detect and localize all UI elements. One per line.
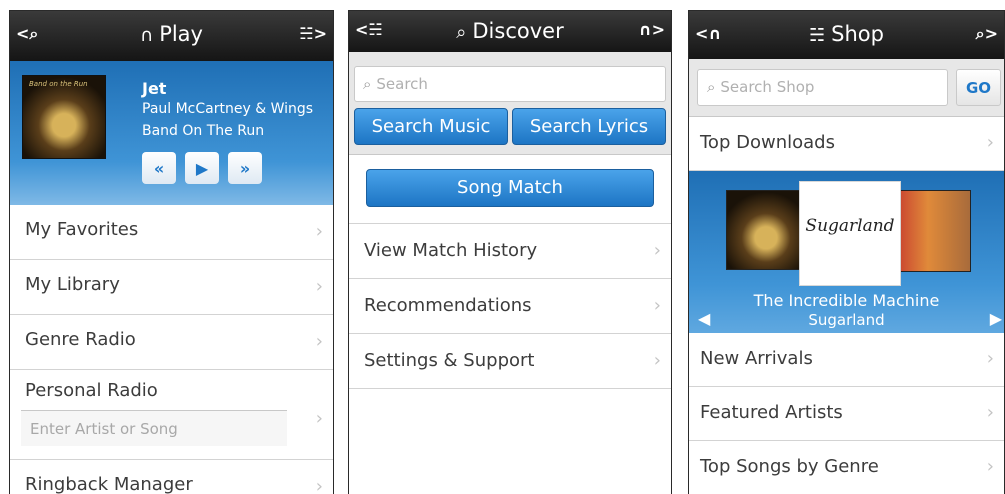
featured-album-carousel[interactable]: Sugarland The Incredible Machine Sugarla… — [689, 171, 1004, 333]
track-artist: Paul McCartney & Wings — [142, 101, 314, 117]
chevron-right-icon: › — [986, 348, 994, 369]
cart-icon: ☵ — [809, 25, 826, 46]
menu-item-label: My Library — [25, 274, 120, 295]
chevron-right-icon: › — [986, 132, 994, 153]
page-title: ☵ Shop — [689, 22, 1004, 46]
menu-item-label: Genre Radio — [25, 329, 136, 350]
discover-title-label: Discover — [472, 19, 564, 43]
chevron-right-icon: › — [315, 476, 323, 494]
fast-forward-button[interactable]: » — [228, 152, 262, 184]
chevron-right-icon: › — [653, 240, 661, 261]
forward-to-play-nav-icon[interactable]: ∩> — [639, 20, 665, 39]
search-lyrics-button[interactable]: Search Lyrics — [512, 108, 666, 145]
menu-item-featured-artists[interactable]: Featured Artists › — [689, 387, 1004, 441]
shop-screen: <∩ ☵ Shop ⌕> ⌕ Search Shop GO Top Download… — [688, 10, 1005, 494]
shop-search-area: ⌕ Search Shop GO — [689, 59, 1004, 117]
chevron-right-icon[interactable]: › — [316, 408, 323, 429]
shop-search-input[interactable]: ⌕ Search Shop — [697, 69, 948, 106]
menu-item-label: Ringback Manager — [25, 474, 193, 494]
magnifier-icon: ⌕ — [456, 22, 467, 43]
search-input[interactable]: ⌕ Search — [354, 66, 666, 102]
track-album: Band On The Run — [142, 123, 265, 139]
search-icon: ⌕ — [363, 75, 372, 93]
carousel-prev-icon[interactable]: ◀ — [698, 309, 710, 328]
shop-title-label: Shop — [831, 22, 884, 46]
menu-item-ringback-manager[interactable]: Ringback Manager › — [10, 460, 333, 494]
shop-title-bar: <∩ ☵ Shop ⌕> — [689, 11, 1004, 59]
page-title: ⌕ Discover — [349, 19, 671, 43]
menu-item-new-arrivals[interactable]: New Arrivals › — [689, 333, 1004, 387]
discover-title-bar: <☵ ⌕ Discover ∩> — [349, 11, 671, 52]
now-playing-panel: Band on the Run Jet Paul McCartney & Win… — [10, 61, 333, 205]
forward-to-shop-nav-icon[interactable]: ☵> — [299, 24, 327, 43]
menu-item-label: My Favorites — [25, 219, 139, 240]
personal-radio-input[interactable]: Enter Artist or Song — [21, 410, 287, 446]
search-placeholder: Search Shop — [720, 78, 815, 96]
chevron-right-icon: › — [315, 331, 323, 352]
headphones-icon: ∩ — [140, 25, 154, 46]
song-match-area: Song Match — [349, 155, 671, 224]
menu-item-settings-support[interactable]: Settings & Support › — [349, 334, 671, 389]
playback-controls: « ▶ » — [142, 152, 262, 184]
menu-item-label: Featured Artists — [700, 402, 843, 423]
search-music-button[interactable]: Search Music — [354, 108, 508, 145]
search-icon: ⌕ — [707, 78, 716, 96]
chevron-right-icon: › — [653, 295, 661, 316]
menu-item-label: View Match History — [364, 240, 538, 261]
forward-to-discover-nav-icon[interactable]: ⌕> — [976, 24, 998, 44]
carousel-album-title: The Incredible Machine — [753, 291, 940, 310]
play-screen: <⌕ ∩ Play ☵> Band on the Run Jet Paul McC… — [9, 10, 334, 494]
search-button-group: Search Music Search Lyrics — [354, 108, 666, 145]
search-placeholder: Search — [376, 75, 428, 93]
album-art: Band on the Run — [22, 75, 106, 159]
chevron-right-icon: › — [986, 456, 994, 477]
track-title: Jet — [142, 79, 167, 98]
album-cover-left[interactable] — [726, 190, 806, 270]
play-button[interactable]: ▶ — [185, 152, 219, 184]
menu-item-top-downloads[interactable]: Top Downloads › — [689, 117, 1004, 171]
menu-item-top-songs-by-genre[interactable]: Top Songs by Genre › — [689, 441, 1004, 494]
page-title: ∩ Play — [10, 22, 333, 46]
chevron-right-icon: › — [315, 276, 323, 297]
song-match-button[interactable]: Song Match — [366, 169, 654, 207]
menu-item-label: New Arrivals — [700, 348, 813, 369]
menu-item-label: Top Downloads — [700, 132, 835, 153]
discover-screen: <☵ ⌕ Discover ∩> ⌕ Search Search Music Sea… — [348, 10, 672, 494]
menu-item-recommendations[interactable]: Recommendations › — [349, 279, 671, 334]
carousel-artist: Sugarland — [808, 311, 885, 329]
menu-item-label: Settings & Support — [364, 350, 535, 371]
play-title-bar: <⌕ ∩ Play ☵> — [10, 11, 333, 61]
search-area: ⌕ Search Search Music Search Lyrics — [349, 52, 671, 155]
featured-cover-logo: Sugarland — [805, 216, 895, 236]
menu-item-genre-radio[interactable]: Genre Radio › — [10, 315, 333, 370]
menu-item-my-library[interactable]: My Library › — [10, 260, 333, 315]
album-cover-featured[interactable]: Sugarland — [799, 181, 901, 286]
chevron-right-icon: › — [653, 350, 661, 371]
menu-item-personal-radio: Personal Radio Enter Artist or Song › — [10, 370, 333, 460]
menu-item-view-match-history[interactable]: View Match History › — [349, 224, 671, 279]
album-art-caption: Band on the Run — [29, 80, 88, 88]
play-title-label: Play — [159, 22, 203, 46]
rewind-button[interactable]: « — [142, 152, 176, 184]
go-button[interactable]: GO — [956, 69, 1001, 106]
menu-item-label: Recommendations — [364, 295, 532, 316]
chevron-right-icon: › — [315, 221, 323, 242]
menu-item-my-favorites[interactable]: My Favorites › — [10, 205, 333, 260]
menu-item-label: Top Songs by Genre — [700, 456, 879, 477]
carousel-next-icon[interactable]: ▶ — [990, 309, 1002, 328]
menu-item-label: Personal Radio — [25, 380, 158, 401]
chevron-right-icon: › — [986, 402, 994, 423]
